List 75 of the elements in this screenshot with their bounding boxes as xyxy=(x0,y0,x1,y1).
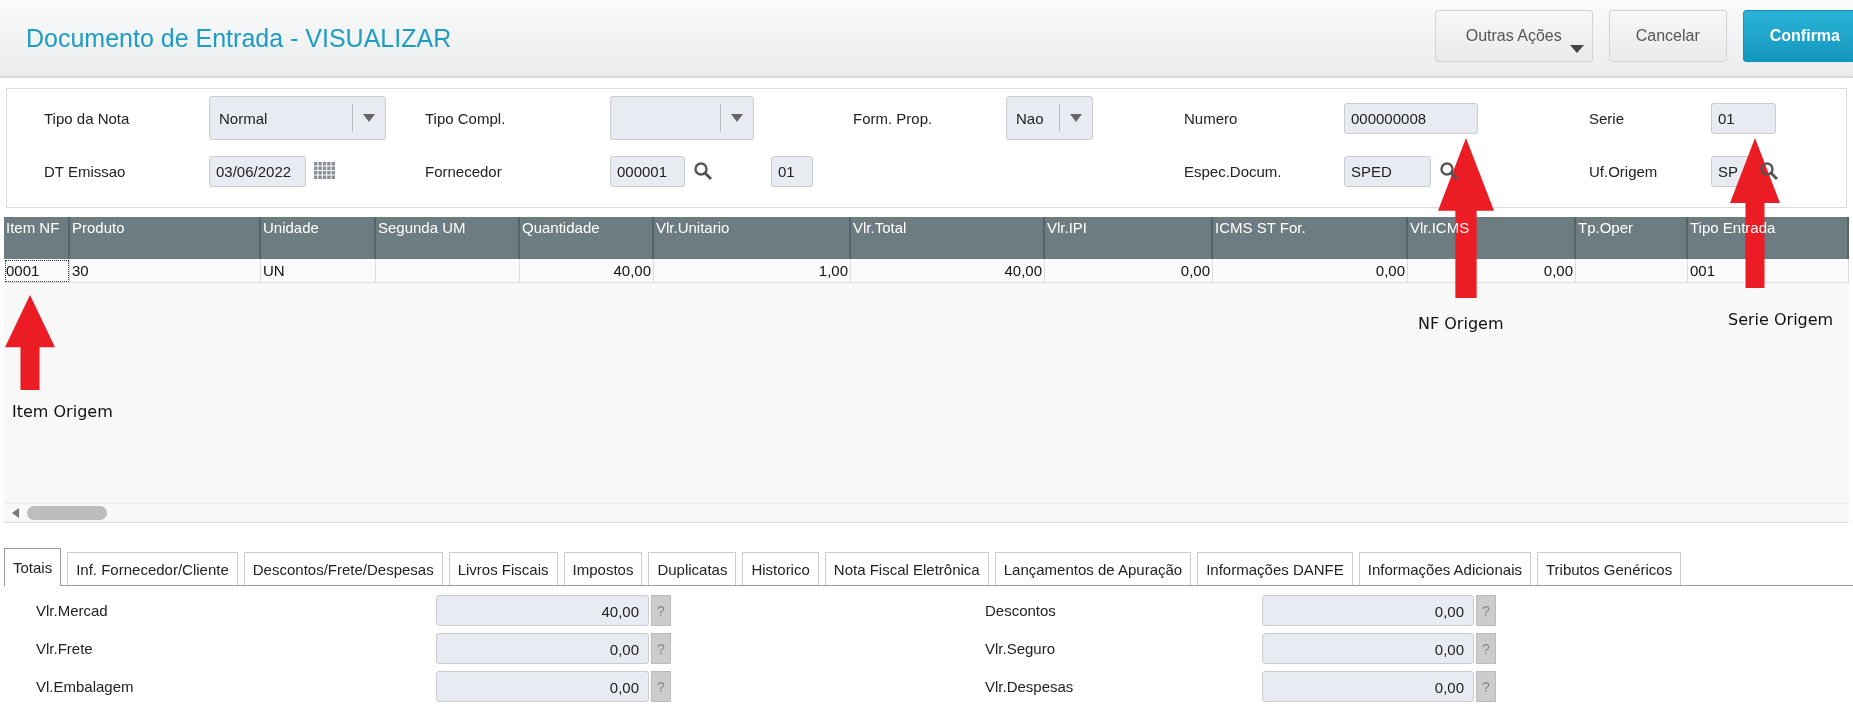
page-title: Documento de Entrada - VISUALIZAR xyxy=(26,23,452,53)
value-field: 0,00 xyxy=(1262,633,1474,664)
cancel-button[interactable]: Cancelar xyxy=(1608,10,1727,62)
field-label: Vl.Embalagem xyxy=(36,678,135,695)
field-label: Tipo Compl. xyxy=(425,109,507,127)
field-label: Vlr.Seguro xyxy=(985,640,1057,657)
value-field: 0,00 xyxy=(436,671,649,702)
input-field[interactable]: SPED xyxy=(1344,155,1431,187)
calendar-icon[interactable] xyxy=(314,162,336,180)
caret-icon xyxy=(731,114,743,122)
annotation-label: Serie Origem xyxy=(1728,310,1834,329)
field-label: Form. Prop. xyxy=(853,109,934,127)
value-field: 0,00 xyxy=(1262,671,1474,702)
dropdown[interactable]: Normal xyxy=(209,96,386,140)
field-label: Numero xyxy=(1184,109,1239,127)
table-cell: UN xyxy=(261,259,376,283)
field-label: Vlr.Mercad xyxy=(36,602,109,619)
field-label: Uf.Origem xyxy=(1589,162,1659,180)
tab[interactable]: Descontos/Frete/Despesas xyxy=(243,552,443,585)
tab[interactable]: Informações DANFE xyxy=(1197,552,1353,585)
column-header[interactable]: ICMS ST For. xyxy=(1213,217,1408,259)
tab[interactable]: Informações Adicionais xyxy=(1358,552,1531,585)
input-field[interactable]: 01 xyxy=(1711,102,1776,134)
column-header[interactable]: Unidade xyxy=(261,217,376,259)
tab[interactable]: Impostos xyxy=(563,552,643,585)
column-header[interactable]: Tp.Oper xyxy=(1576,217,1688,259)
table-cell: 30 xyxy=(70,259,261,283)
column-header[interactable]: Vlr.IPI xyxy=(1045,217,1213,259)
column-header[interactable]: Quantidade xyxy=(520,217,654,259)
actions-menu-button[interactable]: Outras Ações xyxy=(1434,10,1593,62)
date-field[interactable]: 03/06/2022 xyxy=(209,155,306,187)
field-label: Descontos xyxy=(985,602,1057,619)
search-icon[interactable] xyxy=(1439,161,1459,181)
table-cell: 0001 xyxy=(4,259,70,283)
tab[interactable]: Inf. Fornecedor/Cliente xyxy=(67,552,238,585)
column-header[interactable]: Produto xyxy=(70,217,261,259)
input-field[interactable]: 000000008 xyxy=(1344,102,1478,134)
tab[interactable]: Lançamentos de Apuração xyxy=(994,552,1192,585)
column-header[interactable]: Vlr.Unitario xyxy=(654,217,851,259)
scrollbar-thumb[interactable] xyxy=(27,506,107,520)
annotation-label: NF Origem xyxy=(1418,314,1504,333)
tab[interactable]: Nota Fiscal Eletrônica xyxy=(824,552,989,585)
table-cell: 1,00 xyxy=(654,259,851,283)
table-cell: 40,00 xyxy=(851,259,1045,283)
scroll-left-icon[interactable] xyxy=(12,508,19,518)
input-field[interactable]: 01 xyxy=(771,155,813,187)
field-label: DT Emissao xyxy=(44,162,127,180)
column-header[interactable]: Segunda UM xyxy=(376,217,520,259)
tab[interactable]: Tributos Genéricos xyxy=(1537,552,1682,585)
value-field: 0,00 xyxy=(436,633,649,664)
tab[interactable]: Historico xyxy=(742,552,819,585)
annotation-label: Item Origem xyxy=(12,402,113,421)
tab[interactable]: Livros Fiscais xyxy=(448,552,558,585)
table-cell: 0,00 xyxy=(1213,259,1408,283)
column-header[interactable]: Item NF xyxy=(4,217,70,259)
column-header[interactable]: Vlr.Total xyxy=(851,217,1045,259)
table-cell: 0,00 xyxy=(1045,259,1213,283)
caret-icon xyxy=(363,114,375,122)
dropdown[interactable]: Nao xyxy=(1006,96,1093,140)
input-field[interactable]: 000001 xyxy=(610,155,685,187)
field-label: Vlr.Despesas xyxy=(985,678,1075,695)
table-cell: 40,00 xyxy=(520,259,654,283)
search-icon[interactable] xyxy=(693,161,713,181)
caret-icon xyxy=(1569,45,1584,53)
field-label: Espec.Docum. xyxy=(1184,162,1283,180)
field-label: Serie xyxy=(1589,109,1626,127)
tab[interactable]: Totais xyxy=(4,548,62,586)
caret-icon xyxy=(1070,114,1082,122)
value-field: 40,00 xyxy=(436,595,649,626)
field-label: Tipo da Nota xyxy=(44,109,131,127)
field-label: Vlr.Frete xyxy=(36,640,94,657)
tab[interactable]: Duplicatas xyxy=(648,552,737,585)
field-label: Fornecedor xyxy=(425,162,503,180)
value-field: 0,00 xyxy=(1262,595,1474,626)
search-icon[interactable] xyxy=(1759,161,1779,181)
